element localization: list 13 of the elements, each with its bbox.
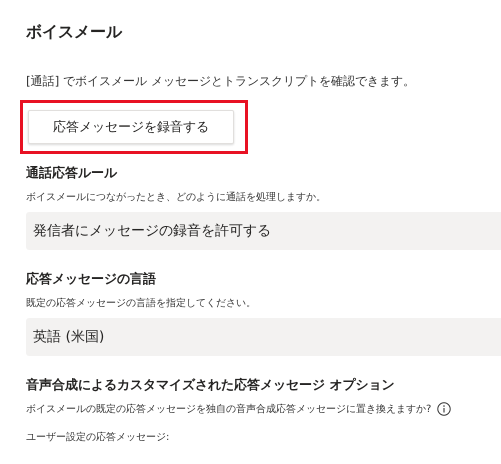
section-description: ボイスメールの既定の応答メッセージを独自の音声合成応答メッセージに置き換えますか? — [26, 402, 432, 416]
section-heading: 応答メッセージの言語 — [26, 270, 157, 288]
record-greeting-button[interactable]: 応答メッセージを録音する — [28, 110, 234, 144]
section-heading: 通話応答ルール — [26, 164, 118, 182]
dropdown-field[interactable]: 発信者にメッセージの録音を許可する — [26, 212, 501, 250]
page-title: ボイスメール — [26, 22, 124, 43]
section-heading: 音声合成によるカスタマイズされた応答メッセージ オプション — [26, 376, 396, 394]
info-icon[interactable] — [437, 402, 452, 416]
section-description: 既定の応答メッセージの言語を指定してください。 — [26, 296, 257, 310]
section-description: ボイスメールにつながったとき、どのように通話を処理しますか。 — [26, 190, 327, 204]
custom-greeting-label: ユーザー設定の応答メッセージ: — [26, 430, 170, 444]
dropdown-field[interactable]: 英語 (米国) — [26, 318, 501, 356]
intro-text: [通話] でボイスメール メッセージとトランスクリプトを確認できます。 — [26, 73, 416, 90]
